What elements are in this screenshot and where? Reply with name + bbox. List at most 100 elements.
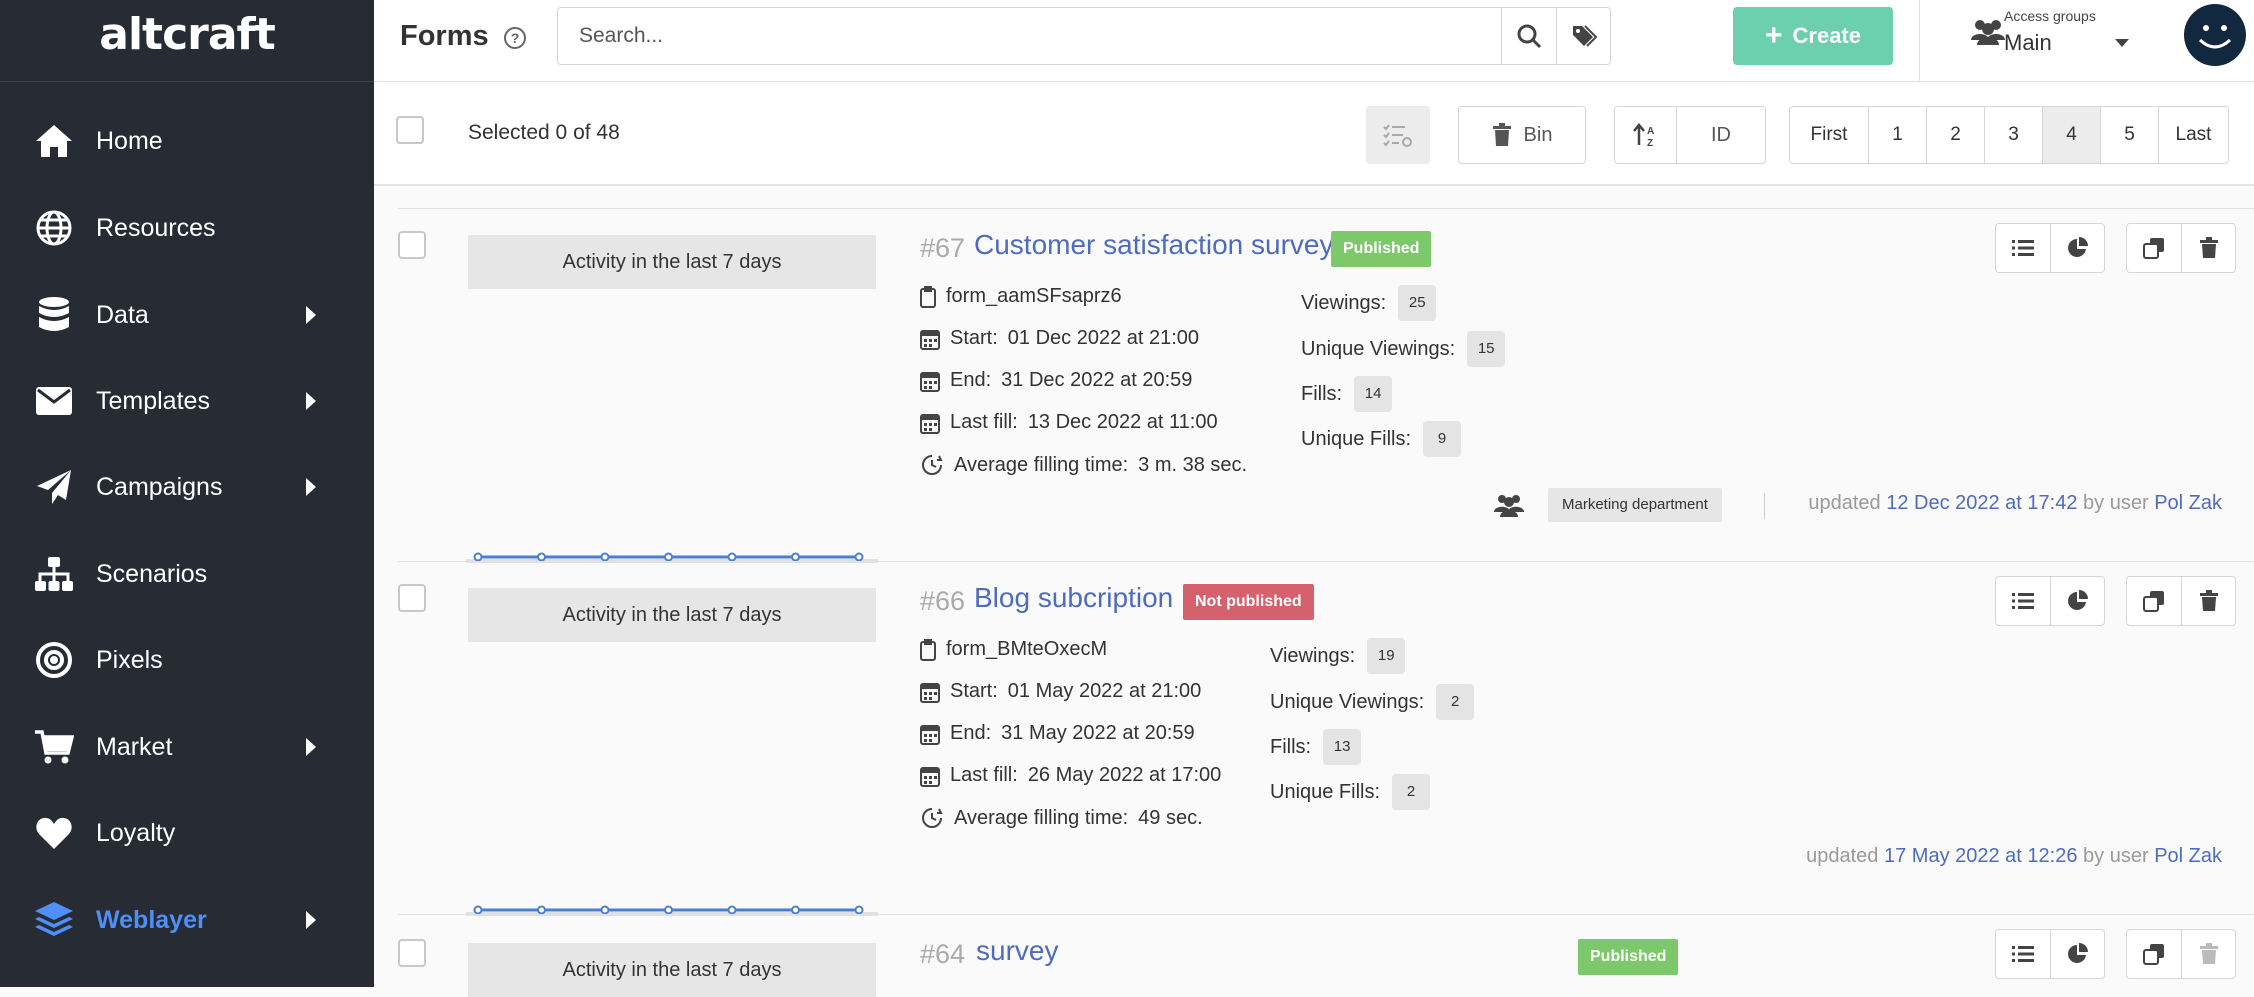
form-title-link[interactable]: Blog subcription xyxy=(974,582,1173,614)
globe-icon xyxy=(30,204,78,252)
calendar-check-icon xyxy=(920,413,940,434)
delete-button[interactable] xyxy=(2181,224,2235,272)
delete-button[interactable] xyxy=(2181,577,2235,625)
page-2[interactable]: 2 xyxy=(1926,107,1984,163)
sidebar-item-weblayer[interactable]: Weblayer xyxy=(0,883,374,957)
help-icon[interactable]: ? xyxy=(504,27,526,49)
sparkline-point xyxy=(664,905,673,915)
row-checkbox[interactable] xyxy=(398,231,426,259)
search-button[interactable] xyxy=(1501,8,1556,64)
row-checkbox[interactable] xyxy=(398,584,426,612)
paper-plane-icon xyxy=(30,463,78,511)
copy-button[interactable] xyxy=(2127,224,2181,272)
avatar[interactable] xyxy=(2184,4,2246,66)
form-title-link[interactable]: Customer satisfaction survey xyxy=(974,229,1333,261)
bin-button[interactable]: Bin xyxy=(1458,106,1586,164)
status-badge: Not published xyxy=(1183,584,1314,620)
select-all-checkbox[interactable] xyxy=(396,116,424,144)
sitemap-icon xyxy=(30,550,78,598)
bulk-actions-button[interactable] xyxy=(1366,106,1430,164)
sparkline-point xyxy=(600,905,610,915)
sparkline-point xyxy=(473,552,483,562)
sidebar-item-loyalty[interactable]: Loyalty xyxy=(0,796,374,870)
envelope-icon xyxy=(30,377,78,425)
trash-icon xyxy=(2199,590,2218,611)
target-icon xyxy=(30,636,78,684)
sparkline-point xyxy=(600,552,610,562)
form-last-fill: Last fill: 26 May 2022 at 17:00 xyxy=(920,764,1221,787)
tags-button[interactable] xyxy=(1556,8,1611,64)
sidebar-item-data[interactable]: Data xyxy=(0,278,374,352)
page-3[interactable]: 3 xyxy=(1984,107,2042,163)
sidebar-item-home[interactable]: Home xyxy=(0,104,374,178)
delete-button[interactable] xyxy=(2181,930,2235,978)
group-tag[interactable]: Marketing department xyxy=(1548,488,1722,522)
checklist-icon xyxy=(1383,124,1412,147)
stat-viewings: Viewings: 25 xyxy=(1301,285,1437,321)
count-badge: 14 xyxy=(1354,376,1393,412)
chevron-down-icon xyxy=(2115,39,2129,47)
page-1[interactable]: 1 xyxy=(1868,107,1926,163)
edit-actions xyxy=(2126,223,2236,273)
activity-chart-label: Activity in the last 7 days xyxy=(468,943,876,997)
form-title-link[interactable]: survey xyxy=(976,935,1058,967)
page-4[interactable]: 4 xyxy=(2042,107,2100,163)
page-last[interactable]: Last xyxy=(2158,107,2228,163)
list-view-button[interactable] xyxy=(1996,224,2050,272)
sidebar-item-market[interactable]: Market xyxy=(0,710,374,784)
access-groups-label: Access groups xyxy=(2004,8,2096,24)
calendar-end-icon xyxy=(920,724,940,745)
clipboard-icon xyxy=(920,638,936,661)
calendar-start-icon xyxy=(920,329,940,350)
sidebar-item-label: Scenarios xyxy=(96,559,208,588)
activity-chart-label: Activity in the last 7 days xyxy=(468,235,876,289)
create-button[interactable]: + Create xyxy=(1733,7,1893,65)
sidebar-item-pixels[interactable]: Pixels xyxy=(0,623,374,697)
stats-actions xyxy=(1995,576,2105,626)
form-id: #66 xyxy=(920,586,966,616)
copy-icon xyxy=(2143,944,2164,965)
count-badge: 2 xyxy=(1392,774,1431,810)
page-5[interactable]: 5 xyxy=(2100,107,2158,163)
sidebar-item-label: Data xyxy=(96,300,149,329)
sort-direction-button[interactable]: AZ xyxy=(1615,107,1677,163)
selected-count: Selected 0 of 48 xyxy=(468,121,620,144)
sparkline-point xyxy=(664,552,673,562)
tags-icon xyxy=(1573,25,1597,47)
chevron-right-icon xyxy=(306,392,316,410)
copy-button[interactable] xyxy=(2127,577,2181,625)
updated-info: updated 12 Dec 2022 at 17:42 by user Pol… xyxy=(1808,492,2222,514)
sidebar-item-scenarios[interactable]: Scenarios xyxy=(0,537,374,611)
home-icon xyxy=(30,117,78,165)
search-input[interactable] xyxy=(559,9,1559,63)
sparkline-point xyxy=(537,905,546,915)
copy-button[interactable] xyxy=(2127,930,2181,978)
form-end: End: 31 Dec 2022 at 20:59 xyxy=(920,369,1192,392)
search-box xyxy=(557,7,1611,65)
sidebar-item-resources[interactable]: Resources xyxy=(0,191,374,265)
divider xyxy=(1919,0,1920,82)
svg-text:Z: Z xyxy=(1647,138,1653,147)
sort-control[interactable]: AZ ID xyxy=(1614,106,1766,164)
sidebar-item-templates[interactable]: Templates xyxy=(0,364,374,438)
sort-icon: AZ xyxy=(1632,123,1654,147)
form-last-fill: Last fill: 13 Dec 2022 at 11:00 xyxy=(920,411,1218,434)
updated-info: updated 17 May 2022 at 12:26 by user Pol… xyxy=(1806,845,2222,867)
list-view-button[interactable] xyxy=(1996,577,2050,625)
sidebar-item-campaigns[interactable]: Campaigns xyxy=(0,450,374,524)
count-badge: 19 xyxy=(1367,638,1406,674)
analytics-button[interactable] xyxy=(2050,930,2104,978)
pie-chart-icon xyxy=(2067,943,2088,963)
analytics-button[interactable] xyxy=(2050,224,2104,272)
chevron-right-icon xyxy=(306,738,316,756)
trash-icon xyxy=(1492,123,1511,146)
row-checkbox[interactable] xyxy=(398,939,426,967)
analytics-button[interactable] xyxy=(2050,577,2104,625)
page-first[interactable]: First xyxy=(1790,107,1868,163)
logo[interactable]: altcraft xyxy=(0,0,374,82)
form-id: #64 xyxy=(920,939,966,969)
form-card: Activity in the last 7 days #67 Customer… xyxy=(398,208,2254,563)
list-view-button[interactable] xyxy=(1996,930,2050,978)
page-title: Forms xyxy=(400,20,489,52)
sort-field: ID xyxy=(1711,123,1731,146)
